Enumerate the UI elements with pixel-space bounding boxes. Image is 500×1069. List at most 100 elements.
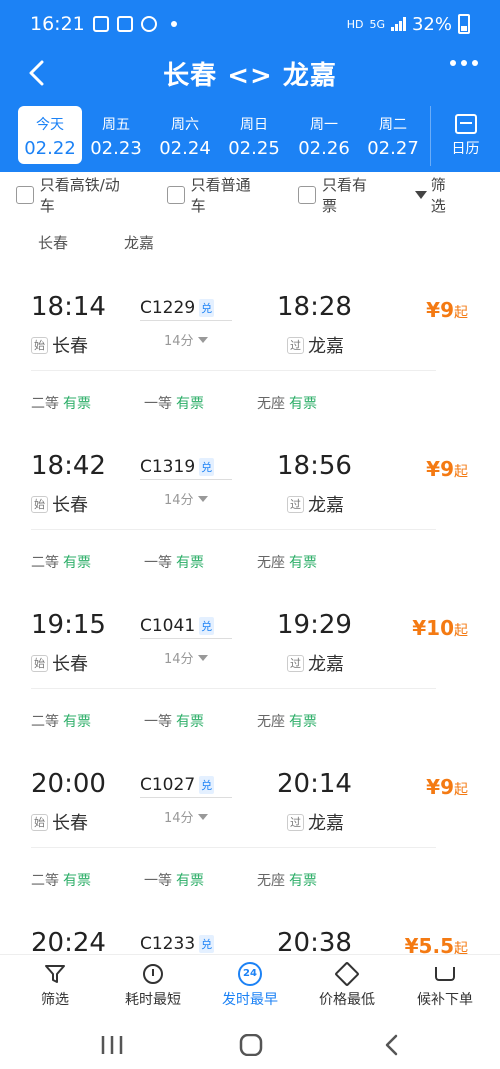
pass-tag: 过 <box>287 654 304 672</box>
arrival-time: 18:56 <box>277 451 352 481</box>
arrival-time: 19:29 <box>277 610 352 640</box>
date-value: 02.24 <box>159 138 211 159</box>
cart-icon <box>435 967 455 981</box>
system-nav-bar <box>0 1018 500 1069</box>
calendar-button[interactable]: 日历 <box>430 106 500 166</box>
price: ¥9起 <box>426 457 468 481</box>
more-icon[interactable] <box>450 60 478 66</box>
filter-normal[interactable]: 只看普通车 <box>166 174 264 216</box>
duration[interactable]: 14分 <box>164 489 208 508</box>
tab-shortest[interactable]: 耗时最短 <box>108 961 198 1009</box>
seat-first-class: 一等 有票 <box>144 711 204 731</box>
seat-type: 二等 <box>31 555 59 571</box>
tab-waitlist[interactable]: 候补下单 <box>400 961 490 1009</box>
date-tab-5[interactable]: 周二 02.27 <box>361 106 425 164</box>
seat-availability: 有票 <box>176 555 204 571</box>
price-suffix: 起 <box>454 464 468 480</box>
filter-button[interactable]: 筛选 <box>414 174 460 216</box>
date-tab-2[interactable]: 周六 02.24 <box>153 106 217 164</box>
header: 16:21 HD 5G 32% 长春 <> 龙嘉 今天 02.22 周五 02.… <box>0 0 500 172</box>
date-weekday: 周五 <box>102 117 130 133</box>
seat-first-class: 一等 有票 <box>144 870 204 890</box>
train-card[interactable]: 19:15 C1041 兑 14分 19:29 始长春 过龙嘉 ¥10起 二等 有票… <box>0 582 500 741</box>
seat-second-class: 二等 有票 <box>31 711 91 731</box>
seat-second-class: 二等 有票 <box>31 393 91 413</box>
departure-time: 18:14 <box>31 292 106 322</box>
tab-cheapest[interactable]: 价格最低 <box>302 961 392 1009</box>
price: ¥9起 <box>426 775 468 799</box>
battery-icon <box>458 14 470 34</box>
from-station-label: 长春 <box>38 234 69 252</box>
tab-earliest[interactable]: 24 发时最早 <box>205 961 295 1009</box>
train-number-text: C1027 <box>140 775 196 795</box>
duration-text: 14分 <box>164 334 194 349</box>
home-icon[interactable] <box>239 1034 263 1056</box>
filter-high-speed[interactable]: 只看高铁/动车 <box>16 174 133 216</box>
redeem-badge: 兑 <box>199 776 215 794</box>
departure-station: 始长春 <box>31 809 88 835</box>
seat-availability: 有票 <box>176 873 204 889</box>
bottom-tab-bar: 筛选 耗时最短 24 发时最早 价格最低 候补下单 <box>0 954 500 1018</box>
checkbox[interactable] <box>16 186 34 204</box>
station-name: 长春 <box>52 336 88 357</box>
price: ¥9起 <box>426 298 468 322</box>
hd-label: HD <box>346 17 364 31</box>
funnel-icon <box>45 965 65 983</box>
notification-dot-icon <box>170 21 177 27</box>
signal-icon <box>390 17 406 31</box>
date-value: 02.27 <box>367 138 419 159</box>
station-name: 长春 <box>52 654 88 675</box>
train-card[interactable]: 20:24 C1233 兑 20:38 ¥5.5起 <box>0 900 500 954</box>
price-suffix: 起 <box>454 941 468 954</box>
seat-type: 一等 <box>144 873 172 889</box>
date-tab-4[interactable]: 周一 02.26 <box>292 106 356 164</box>
arrival-time: 20:38 <box>277 928 352 954</box>
5g-label: 5G <box>369 17 385 31</box>
filter-button-label: 筛选 <box>430 176 446 215</box>
date-tab-0[interactable]: 今天 02.22 <box>18 106 82 164</box>
price-value: ¥9 <box>426 775 454 799</box>
train-number: C1229 兑 <box>140 298 232 321</box>
duration[interactable]: 14分 <box>164 807 208 826</box>
back-icon[interactable] <box>20 56 54 90</box>
tab-label: 耗时最短 <box>125 992 181 1008</box>
price-value: ¥5.5 <box>404 934 454 954</box>
departure-time: 19:15 <box>31 610 106 640</box>
origin-tag: 始 <box>31 336 48 354</box>
train-card[interactable]: 18:14 C1229 兑 14分 18:28 始长春 过龙嘉 ¥9起 二等 有票 … <box>0 264 500 423</box>
duration-text: 14分 <box>164 493 194 508</box>
seat-second-class: 二等 有票 <box>31 870 91 890</box>
date-value: 02.23 <box>90 138 142 159</box>
date-tab-1[interactable]: 周五 02.23 <box>84 106 148 164</box>
train-card[interactable]: 20:00 C1027 兑 14分 20:14 始长春 过龙嘉 ¥9起 二等 有票 … <box>0 741 500 900</box>
date-weekday: 周六 <box>171 117 199 133</box>
seat-type: 无座 <box>257 396 285 412</box>
recent-apps-icon[interactable] <box>100 1034 124 1056</box>
filter-available[interactable]: 只看有票 <box>298 174 381 216</box>
duration[interactable]: 14分 <box>164 648 208 667</box>
seat-availability: 有票 <box>63 873 91 889</box>
chevron-down-icon <box>197 495 208 502</box>
redeem-badge: 兑 <box>199 935 215 953</box>
checkbox[interactable] <box>298 186 316 204</box>
stopwatch-icon <box>143 964 163 984</box>
station-name: 长春 <box>52 813 88 834</box>
price-suffix: 起 <box>454 623 468 639</box>
price-tag-icon <box>334 961 360 987</box>
gallery-icon <box>92 16 109 32</box>
duration[interactable]: 14分 <box>164 330 208 349</box>
tab-filter[interactable]: 筛选 <box>10 961 100 1009</box>
train-card[interactable]: 18:42 C1319 兑 14分 18:56 始长春 过龙嘉 ¥9起 二等 有票 … <box>0 423 500 582</box>
station-name: 龙嘉 <box>308 495 344 516</box>
arrival-station: 过龙嘉 <box>287 650 344 676</box>
checkbox[interactable] <box>166 186 185 204</box>
pass-tag: 过 <box>287 336 304 354</box>
date-tab-3[interactable]: 周日 02.25 <box>222 106 286 164</box>
chevron-down-icon <box>197 654 208 661</box>
filter-label: 只看有票 <box>321 176 367 215</box>
seat-type: 一等 <box>144 396 172 412</box>
seat-type: 二等 <box>31 396 59 412</box>
back-nav-icon[interactable] <box>382 1034 402 1056</box>
to-station-label: 龙嘉 <box>124 234 155 252</box>
price-suffix: 起 <box>454 782 468 798</box>
